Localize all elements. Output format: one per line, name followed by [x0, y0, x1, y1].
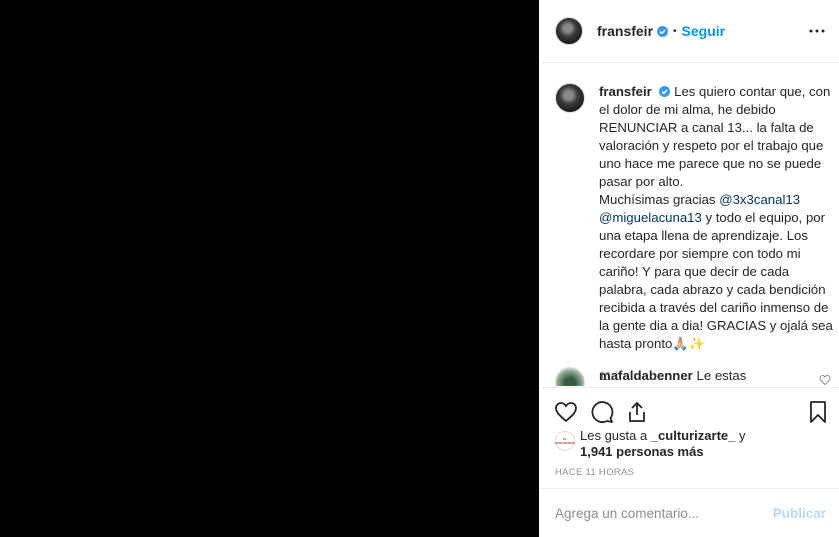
likes-text: Les gusta a _culturizarte_ y 1,941 perso…: [580, 428, 746, 460]
liker-avatar-logo: EL MOSTRADOR: [555, 437, 575, 445]
post-media[interactable]: [0, 0, 539, 537]
author-avatar[interactable]: [555, 17, 583, 45]
more-horizontal-icon[interactable]: [809, 23, 825, 39]
post-caption: fransfeir Les quiero contar que, con el …: [555, 83, 833, 385]
likes-middle: y: [735, 428, 746, 443]
likes-prefix: Les gusta a: [580, 428, 651, 443]
comment-input[interactable]: [555, 505, 773, 521]
publish-button[interactable]: Publicar: [773, 506, 826, 521]
comment-text: Le estas: [696, 368, 747, 383]
comment-form: Publicar: [539, 488, 839, 537]
post-timestamp[interactable]: Hace 11 horas: [555, 467, 634, 478]
liker-avatar[interactable]: EL MOSTRADOR: [555, 431, 575, 451]
post-header: fransfeir • Seguir: [539, 0, 839, 63]
mention-link[interactable]: @3x3canal13: [719, 192, 800, 207]
verified-badge-icon: [659, 86, 671, 97]
comments-area[interactable]: fransfeir Les quiero contar que, con el …: [539, 64, 839, 386]
author-username[interactable]: fransfeir: [597, 23, 653, 39]
comment-icon[interactable]: [590, 400, 614, 424]
likes-count[interactable]: 1,941 personas más: [580, 444, 704, 459]
mention-link[interactable]: @miguelacuna13: [599, 210, 702, 225]
comment-item: mafaldabenner Le estas: [555, 367, 833, 386]
likes-summary: EL MOSTRADOR Les gusta a _culturizarte_ …: [555, 428, 746, 460]
caption-text-part1: Les quiero contar que, con el dolor de m…: [599, 84, 831, 189]
liker-username[interactable]: _culturizarte_: [651, 428, 736, 443]
header-separator: •: [673, 25, 677, 37]
caption-text-part3: y todo el equipo, por una etapa llena de…: [599, 210, 833, 351]
heart-icon[interactable]: [554, 400, 578, 424]
bookmark-icon[interactable]: [806, 400, 830, 424]
caption-author-avatar[interactable]: [555, 83, 585, 113]
caption-body: fransfeir Les quiero contar que, con el …: [599, 83, 833, 385]
caption-username[interactable]: fransfeir: [599, 84, 652, 99]
comment-like-heart-icon[interactable]: [819, 374, 831, 386]
commenter-avatar[interactable]: [555, 367, 585, 386]
caption-text-part2: Muchísimas gracias: [599, 192, 720, 207]
commenter-username[interactable]: mafaldabenner: [599, 368, 693, 383]
comment-body: mafaldabenner Le estas: [599, 367, 746, 386]
verified-badge-icon: [657, 25, 669, 37]
post-sidebar: fransfeir • Seguir fransfeir Les quiero …: [539, 0, 839, 537]
follow-button[interactable]: Seguir: [682, 23, 726, 39]
share-icon[interactable]: [625, 400, 649, 424]
